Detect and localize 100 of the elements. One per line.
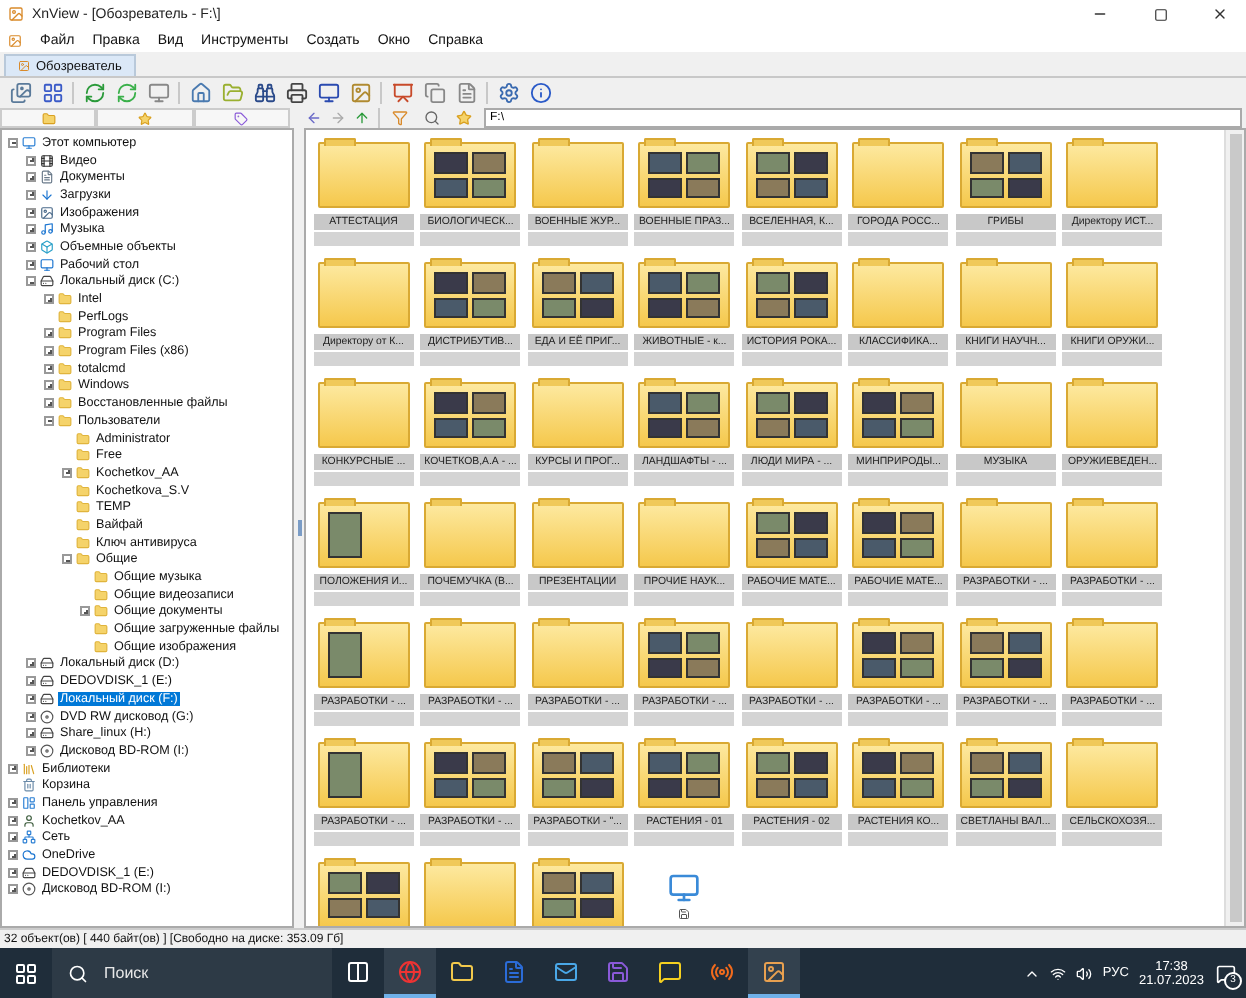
expand-icon[interactable] [62,467,72,478]
folder-icon[interactable] [959,142,1052,208]
photo-placeholder [434,177,469,198]
photo-placeholder [862,752,897,773]
home-button[interactable] [188,81,212,105]
photo-placeholder [793,392,828,413]
folder-icon[interactable] [317,742,410,808]
expand-icon[interactable] [26,711,36,722]
folder-icon[interactable] [852,502,945,568]
network-icon[interactable] [1050,965,1067,981]
expand-icon[interactable] [26,207,36,218]
photo-placeholder [1007,752,1042,773]
expand-icon[interactable] [26,728,36,739]
expand-icon[interactable] [8,884,18,895]
folder-icon[interactable] [531,262,624,328]
folder-icon[interactable] [638,742,731,808]
expand-icon[interactable] [8,867,18,878]
folder-icon[interactable] [531,742,624,808]
binoculars-button[interactable] [252,81,276,105]
expand-icon[interactable] [26,658,36,669]
info-button[interactable] [528,81,552,105]
photo-placeholder [327,872,362,893]
expand-icon[interactable] [26,693,36,704]
folder-icon[interactable] [638,382,731,448]
folder-icon[interactable] [317,502,410,568]
photo-placeholder [579,897,614,918]
folder-icon[interactable] [317,862,410,926]
expand-icon[interactable] [8,763,18,774]
expand-icon[interactable] [80,606,90,617]
collapse-icon[interactable] [8,137,18,148]
expand-icon[interactable] [26,172,36,183]
volume-icon[interactable] [1076,965,1093,981]
expand-icon[interactable] [44,380,54,391]
folder-icon[interactable] [745,502,838,568]
expand-icon[interactable] [26,189,36,200]
expand-icon[interactable] [44,398,54,409]
panel-icon [22,795,36,810]
collapse-icon[interactable] [44,415,54,426]
folder-icon[interactable] [638,262,731,328]
picture-icon [18,60,30,72]
expand-icon[interactable] [44,294,54,305]
folder-icon[interactable] [959,622,1052,688]
photo-placeholder [472,152,507,173]
folder-icon[interactable] [852,382,945,448]
info-bar [1062,712,1163,726]
folder-icon[interactable] [745,262,838,328]
folder-icon[interactable] [638,142,731,208]
folder-icon[interactable] [852,622,945,688]
image-button[interactable] [348,81,372,105]
expand-icon[interactable] [26,155,36,166]
expand-icon[interactable] [8,850,18,861]
copy-button[interactable] [422,81,446,105]
expand-icon[interactable] [26,676,36,687]
splitter-handle[interactable] [297,520,301,536]
folder-icon[interactable] [638,622,731,688]
folder-icon[interactable] [745,382,838,448]
expand-icon[interactable] [44,363,54,374]
document-button[interactable] [454,81,478,105]
scrollbar[interactable] [1224,130,1244,926]
folder-icon[interactable] [959,742,1052,808]
expand-icon[interactable] [8,797,18,808]
folder-icon[interactable] [424,262,517,328]
back-icon[interactable] [306,110,322,126]
images-button[interactable] [8,81,32,105]
expand-icon[interactable] [44,346,54,357]
expand-icon[interactable] [26,241,36,252]
start-icon [14,961,38,985]
expand-icon[interactable] [8,815,18,826]
search-input[interactable]: Поиск [100,962,288,984]
settings-button[interactable] [496,81,520,105]
photo-placeholder [541,777,576,798]
refresh-button[interactable] [82,81,106,105]
folder-icon[interactable] [424,742,517,808]
globe-icon [398,959,422,983]
photo-placeholder [541,272,576,293]
expand-icon[interactable] [26,745,36,756]
taskbar-search[interactable]: Поиск [52,948,332,998]
grid-button[interactable] [40,81,64,105]
folder-icon[interactable] [745,742,838,808]
photo-placeholder [648,632,683,653]
folder-icon[interactable] [531,862,624,926]
folder-icon[interactable] [745,142,838,208]
folder-icon[interactable] [317,622,410,688]
expand-icon[interactable] [26,259,36,270]
collapse-icon[interactable] [26,276,36,287]
slideshow-button[interactable] [390,81,414,105]
star-button[interactable] [452,106,476,130]
monitor-button[interactable] [316,81,340,105]
expand-icon[interactable] [44,328,54,339]
search-button[interactable] [420,106,444,130]
up-icon[interactable] [354,110,370,126]
photo-placeholder [793,152,828,173]
expand-icon[interactable] [26,224,36,235]
print-button[interactable] [284,81,308,105]
monitor-button[interactable] [146,81,170,105]
folder-icon[interactable] [852,742,945,808]
folder-icon[interactable] [424,382,517,448]
folder-icon[interactable] [424,142,517,208]
expand-icon[interactable] [8,832,18,843]
collapse-icon[interactable] [62,554,72,565]
